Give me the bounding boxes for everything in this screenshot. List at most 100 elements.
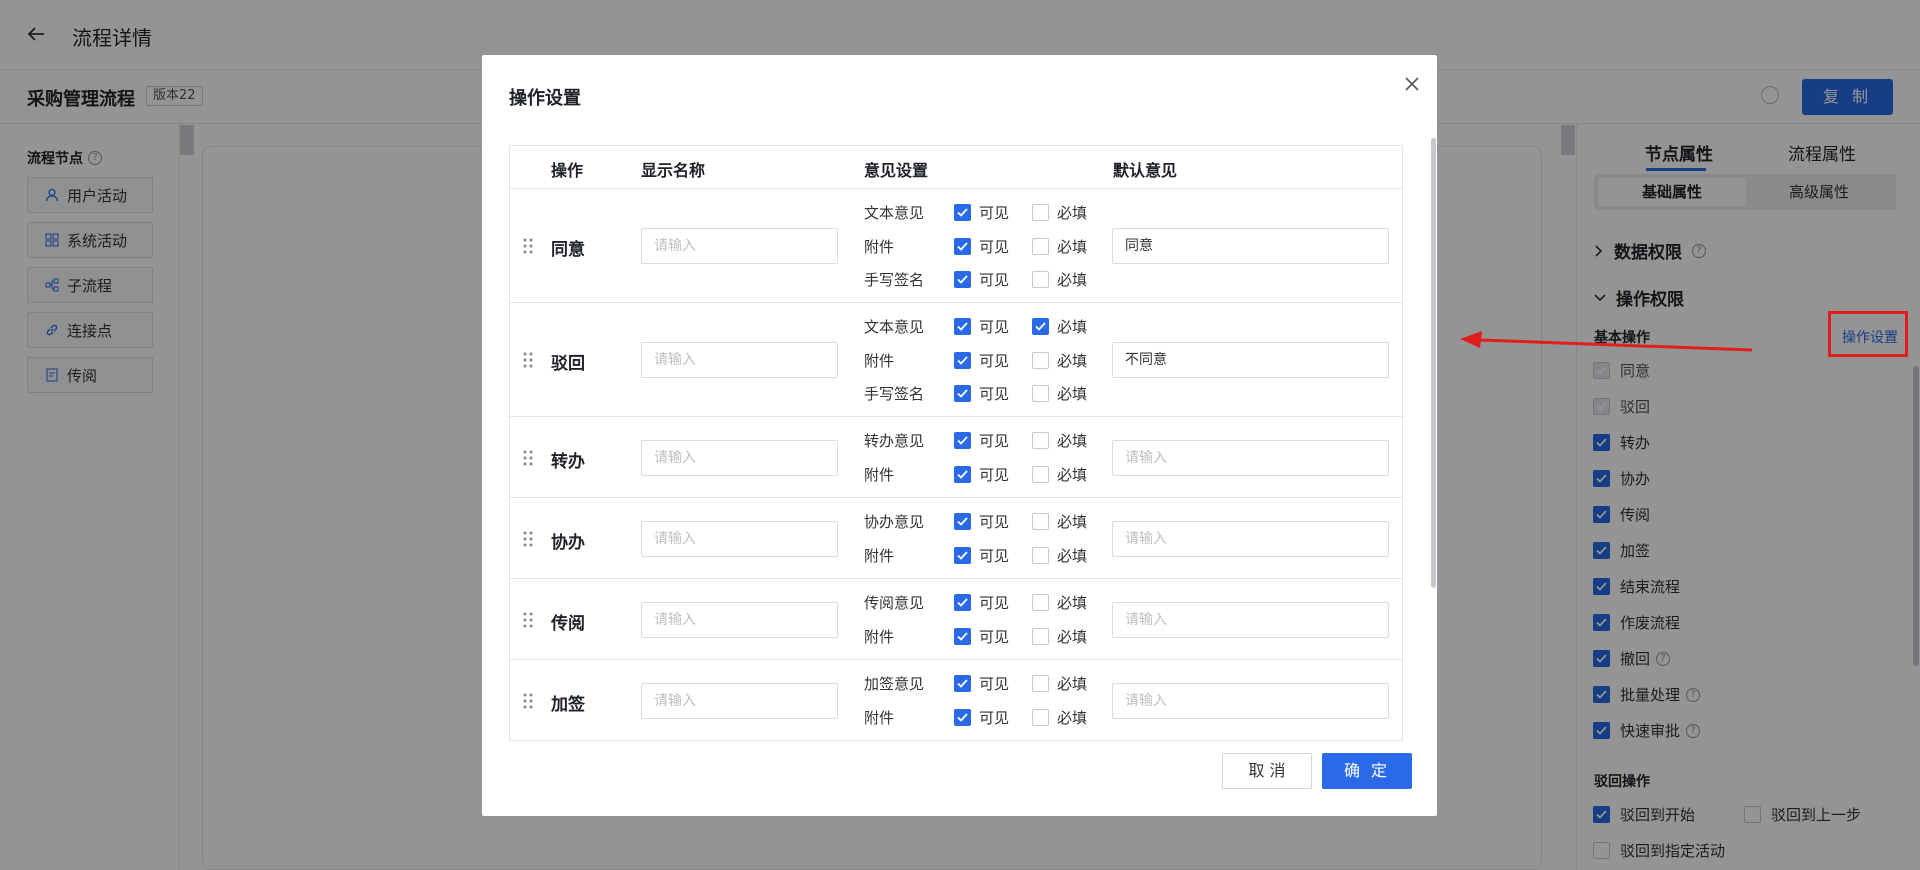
col-opinion: 意见设置 [864, 161, 929, 180]
opinion-line: 附件 可见 必填 [864, 349, 1110, 371]
checkbox[interactable] [954, 465, 971, 483]
required-option[interactable]: 必填 [1032, 383, 1110, 404]
visible-label: 可见 [979, 594, 1010, 613]
required-option[interactable]: 必填 [1032, 464, 1110, 485]
opinion-label: 附件 [864, 465, 895, 484]
display-name-input[interactable]: 请输入 [641, 228, 838, 264]
table-row: 加签 请输入 加签意见 可见 必填 附件 可见 必填 请输入 [510, 660, 1402, 740]
opinion-label: 附件 [864, 627, 895, 646]
opinion-line: 传阅意见 可见 必填 [864, 592, 1110, 614]
visible-option[interactable]: 可见 [954, 430, 1032, 451]
default-opinion-input[interactable]: 同意 [1112, 228, 1389, 264]
display-name-input[interactable]: 请输入 [641, 520, 838, 557]
visible-option[interactable]: 可见 [954, 202, 1032, 223]
checkbox[interactable] [1032, 271, 1049, 288]
checkbox[interactable] [954, 708, 971, 726]
drag-handle-icon[interactable] [523, 237, 533, 255]
drag-handle-icon[interactable] [523, 530, 533, 548]
required-option[interactable]: 必填 [1032, 592, 1110, 613]
op-name: 同意 [551, 240, 585, 260]
required-option[interactable]: 必填 [1032, 511, 1110, 532]
checkbox[interactable] [1032, 513, 1049, 531]
required-option[interactable]: 必填 [1032, 269, 1110, 290]
checkbox[interactable] [954, 675, 971, 693]
checkbox[interactable] [954, 271, 971, 288]
op-name: 转办 [551, 451, 585, 472]
default-opinion-input[interactable]: 请输入 [1112, 520, 1389, 557]
required-option[interactable]: 必填 [1032, 316, 1110, 337]
visible-option[interactable]: 可见 [954, 316, 1032, 337]
checkbox[interactable] [954, 546, 971, 564]
default-opinion-input[interactable]: 请输入 [1112, 439, 1389, 476]
visible-option[interactable]: 可见 [954, 545, 1032, 566]
checkbox[interactable] [1032, 318, 1049, 335]
visible-option[interactable]: 可见 [954, 383, 1032, 404]
checkbox[interactable] [954, 385, 971, 402]
required-label: 必填 [1057, 627, 1088, 646]
col-display-name: 显示名称 [641, 161, 706, 180]
display-name-input[interactable]: 请输入 [641, 682, 838, 719]
checkbox[interactable] [954, 594, 971, 612]
drag-handle-icon[interactable] [523, 611, 533, 629]
visible-label: 可见 [979, 237, 1010, 256]
drag-handle-icon[interactable] [523, 692, 533, 710]
required-option[interactable]: 必填 [1032, 430, 1110, 451]
required-option[interactable]: 必填 [1032, 350, 1110, 371]
checkbox[interactable] [1032, 385, 1049, 402]
default-opinion-input[interactable]: 请输入 [1112, 682, 1389, 719]
op-table: 操作 显示名称 意见设置 默认意见 同意 请输入 文本意见 可见 必填 附件 可… [509, 145, 1403, 741]
required-label: 必填 [1057, 546, 1088, 565]
drag-handle-icon[interactable] [523, 351, 533, 369]
checkbox[interactable] [1032, 204, 1049, 221]
checkbox[interactable] [1032, 237, 1049, 255]
checkbox[interactable] [1032, 546, 1049, 564]
dialog-scrollbar[interactable] [1431, 138, 1436, 588]
checkbox[interactable] [954, 351, 971, 369]
visible-option[interactable]: 可见 [954, 236, 1032, 257]
checkbox[interactable] [1032, 675, 1049, 693]
checkbox[interactable] [1032, 351, 1049, 369]
visible-option[interactable]: 可见 [954, 626, 1032, 647]
visible-option[interactable]: 可见 [954, 464, 1032, 485]
checkbox[interactable] [1032, 627, 1049, 645]
required-option[interactable]: 必填 [1032, 236, 1110, 257]
required-option[interactable]: 必填 [1032, 202, 1110, 223]
checkbox[interactable] [954, 318, 971, 335]
required-label: 必填 [1057, 675, 1088, 694]
drag-handle-icon[interactable] [523, 449, 533, 467]
checkbox[interactable] [954, 513, 971, 531]
checkbox[interactable] [954, 627, 971, 645]
display-name-input[interactable]: 请输入 [641, 342, 838, 378]
required-option[interactable]: 必填 [1032, 673, 1110, 694]
visible-option[interactable]: 可见 [954, 511, 1032, 532]
opinion-label: 附件 [864, 708, 895, 727]
default-opinion-input[interactable]: 请输入 [1112, 601, 1389, 638]
checkbox[interactable] [954, 237, 971, 255]
opinion-line: 附件 可见 必填 [864, 235, 1110, 257]
visible-option[interactable]: 可见 [954, 269, 1032, 290]
display-name-input[interactable]: 请输入 [641, 439, 838, 476]
required-option[interactable]: 必填 [1032, 626, 1110, 647]
required-option[interactable]: 必填 [1032, 707, 1110, 728]
checkbox[interactable] [954, 432, 971, 450]
checkbox[interactable] [1032, 708, 1049, 726]
checkbox[interactable] [1032, 594, 1049, 612]
close-icon[interactable] [1401, 73, 1423, 95]
confirm-button[interactable]: 确 定 [1322, 753, 1412, 789]
opinion-label: 协办意见 [864, 513, 925, 532]
visible-option[interactable]: 可见 [954, 707, 1032, 728]
checkbox[interactable] [1032, 432, 1049, 450]
visible-option[interactable]: 可见 [954, 592, 1032, 613]
required-option[interactable]: 必填 [1032, 545, 1110, 566]
visible-option[interactable]: 可见 [954, 350, 1032, 371]
checkbox[interactable] [954, 204, 971, 221]
table-header: 操作 显示名称 意见设置 默认意见 [510, 146, 1402, 189]
visible-option[interactable]: 可见 [954, 673, 1032, 694]
default-opinion-input[interactable]: 不同意 [1112, 342, 1389, 378]
checkbox[interactable] [1032, 465, 1049, 483]
table-row: 传阅 请输入 传阅意见 可见 必填 附件 可见 必填 请输入 [510, 579, 1402, 660]
cancel-button[interactable]: 取 消 [1222, 753, 1312, 789]
required-label: 必填 [1057, 318, 1088, 336]
opinion-label: 手写签名 [864, 385, 925, 403]
display-name-input[interactable]: 请输入 [641, 601, 838, 638]
